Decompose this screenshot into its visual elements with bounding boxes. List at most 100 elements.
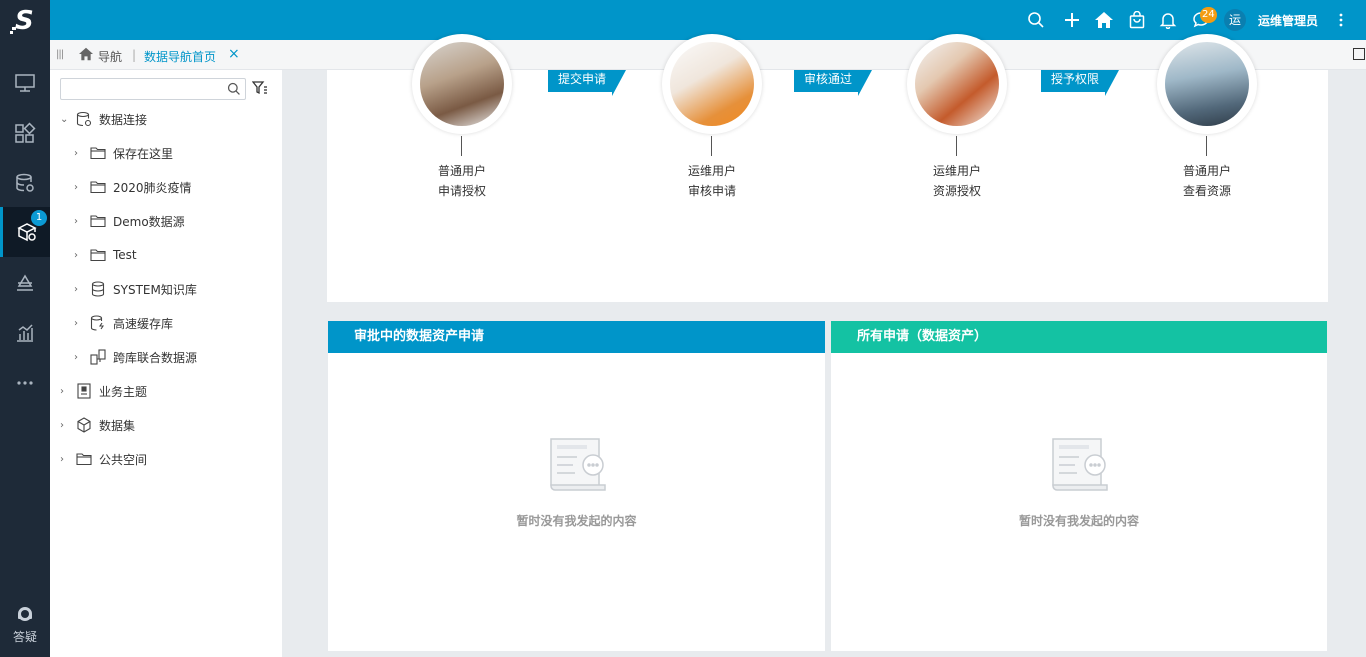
notification-button[interactable]: [1158, 10, 1178, 30]
empty-text: 暂时没有我发起的内容: [516, 514, 637, 528]
maximize-button[interactable]: [1353, 48, 1365, 60]
empty-text: 暂时没有我发起的内容: [1018, 514, 1139, 528]
filter-icon: [251, 81, 267, 95]
database-icon: [90, 281, 106, 297]
tree-node-label: 2020肺炎疫情: [113, 180, 192, 195]
step-photo: [907, 34, 1007, 134]
logo-icon: S: [10, 6, 34, 35]
chevron-right-icon[interactable]: ›: [74, 318, 86, 329]
step-role: 运维用户: [932, 164, 981, 178]
step-action: 资源授权: [932, 184, 981, 198]
breadcrumb-home[interactable]: [78, 47, 94, 64]
plus-icon: [1065, 13, 1079, 27]
collapse-handle[interactable]: |||: [56, 49, 64, 60]
federated-db-icon: [90, 349, 106, 365]
rail-item-database[interactable]: [0, 158, 50, 208]
more-menu-button[interactable]: [1331, 10, 1351, 30]
breadcrumb-separator: |: [132, 48, 137, 62]
tab-close-button[interactable]: ×: [228, 46, 240, 62]
home-icon: [1095, 12, 1113, 28]
user-name[interactable]: 运维管理员: [1258, 12, 1318, 29]
tree-node-cache-db[interactable]: › 高速缓存库: [74, 313, 173, 333]
step-role: 运维用户: [687, 164, 736, 178]
folder-icon: [76, 451, 92, 467]
connector-line: [1206, 136, 1207, 156]
all-requests-panel: 所有申请（数据资产） 暂时没有我发起的内容: [831, 321, 1327, 651]
message-count-badge: 24: [1200, 7, 1217, 23]
tree-node-data-connection[interactable]: ⌄ 数据连接: [60, 109, 147, 129]
panel-title: 所有申请（数据资产）: [831, 321, 1327, 353]
chevron-right-icon[interactable]: ›: [74, 250, 86, 261]
chevron-right-icon[interactable]: ›: [60, 386, 72, 397]
more-icon: [17, 381, 33, 385]
empty-state: 暂时没有我发起的内容: [328, 435, 825, 529]
tree-node-label: 公共空间: [99, 452, 148, 467]
panel-title: 审批中的数据资产申请: [328, 321, 825, 353]
step-action: 申请授权: [437, 184, 486, 198]
tree-node-folder[interactable]: › Test: [74, 245, 137, 265]
monitor-icon: [15, 74, 35, 92]
rail-item-monitor[interactable]: [0, 58, 50, 108]
chevron-right-icon[interactable]: ›: [74, 352, 86, 363]
filter-button[interactable]: [251, 80, 268, 99]
home-icon: [79, 47, 93, 61]
flow-arrow-submit: 提交申请: [548, 70, 626, 96]
shopping-bag-icon: [1129, 11, 1145, 29]
tree-node-label: SYSTEM知识库: [113, 282, 197, 297]
chevron-right-icon[interactable]: ›: [74, 284, 86, 295]
headset-icon: [18, 607, 32, 621]
tree-node-federated-db[interactable]: › 跨库联合数据源: [74, 347, 197, 367]
empty-document-icon: [549, 438, 606, 491]
rail-item-widgets[interactable]: [0, 108, 50, 158]
rail-item-data-assets[interactable]: 1: [0, 207, 50, 257]
tree-node-label: 跨库联合数据源: [113, 350, 198, 365]
tree-node-folder[interactable]: › Demo数据源: [74, 211, 185, 231]
main-content: 普通用户 申请授权 运维用户 审核申请 运维用户 资源授权 普通用户 查看资源 …: [282, 34, 1366, 657]
step-photo: [412, 34, 512, 134]
chevron-right-icon[interactable]: ›: [74, 182, 86, 193]
tree-node-folder[interactable]: › 2020肺炎疫情: [74, 177, 192, 197]
tree-node-database[interactable]: › SYSTEM知识库: [74, 279, 197, 299]
help-button[interactable]: 答疑: [0, 605, 50, 645]
tree-node-business-theme[interactable]: › 业务主题: [60, 381, 147, 401]
rail-item-layers[interactable]: [0, 258, 50, 308]
tab-data-nav-home[interactable]: 数据导航首页: [144, 48, 216, 65]
chevron-right-icon[interactable]: ›: [60, 420, 72, 431]
breadcrumb-root[interactable]: 导航: [98, 48, 122, 65]
tree-node-label: 业务主题: [99, 384, 148, 399]
tree-node-dataset[interactable]: › 数据集: [60, 415, 135, 435]
process-flow: 普通用户 申请授权 运维用户 审核申请 运维用户 资源授权 普通用户 查看资源 …: [327, 34, 1328, 302]
folder-icon: [90, 179, 106, 195]
step-role: 普通用户: [1182, 164, 1231, 178]
app-logo[interactable]: S: [0, 0, 50, 40]
chevron-right-icon[interactable]: ›: [74, 216, 86, 227]
search-button[interactable]: [1026, 10, 1046, 30]
add-button[interactable]: [1062, 10, 1082, 30]
resource-tree: ⌄ 数据连接 › 保存在这里 › 2020肺炎疫情 › Demo数据源 › Te…: [50, 70, 282, 657]
database-gear-icon: [76, 111, 92, 127]
step-photo: [662, 34, 762, 134]
kebab-icon: [1339, 13, 1343, 27]
folder-icon: [90, 247, 106, 263]
tree-node-public-space[interactable]: › 公共空间: [60, 449, 147, 469]
home-button[interactable]: [1094, 10, 1114, 30]
rail-item-chart[interactable]: [0, 308, 50, 358]
help-label: 答疑: [12, 630, 37, 644]
flow-arrow-grant: 授予权限: [1041, 70, 1119, 96]
tree-node-label: 保存在这里: [113, 146, 174, 161]
arrow-label: 授予权限: [1051, 72, 1100, 86]
chevron-right-icon[interactable]: ›: [60, 454, 72, 465]
database-lightning-icon: [90, 315, 106, 331]
database-settings-icon: [16, 173, 34, 192]
tree-search-input[interactable]: [60, 78, 246, 100]
cart-button[interactable]: [1127, 10, 1147, 30]
rail-item-more[interactable]: [0, 358, 50, 408]
avatar[interactable]: 运: [1224, 9, 1246, 31]
left-rail: S 1 答疑: [0, 0, 50, 657]
svg-text:S: S: [15, 6, 34, 35]
chevron-right-icon[interactable]: ›: [74, 148, 86, 159]
chevron-down-icon[interactable]: ⌄: [60, 114, 72, 125]
tree-node-folder[interactable]: › 保存在这里: [74, 143, 173, 163]
tree-node-label: 数据连接: [99, 112, 148, 127]
folder-icon: [90, 145, 106, 161]
